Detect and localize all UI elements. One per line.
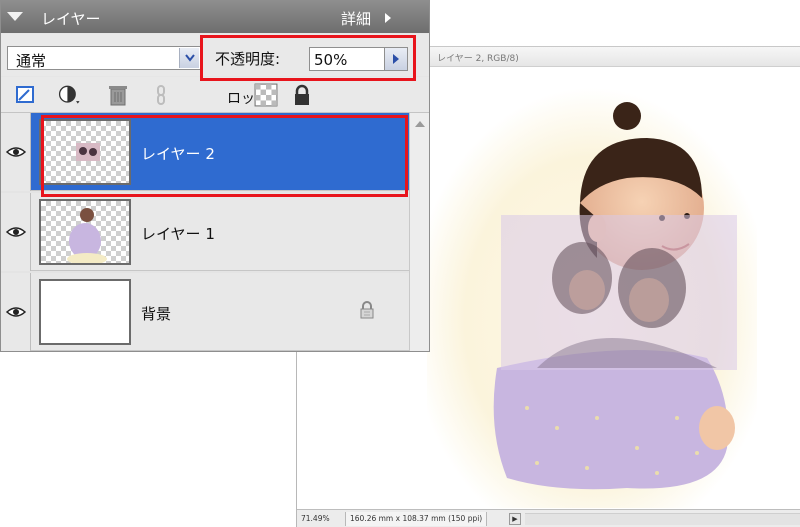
lock-all-icon[interactable] — [289, 83, 315, 107]
panel-header[interactable]: レイヤー 詳細 — [1, 1, 429, 33]
new-layer-icon[interactable] — [13, 83, 39, 107]
document-size-info: 160.26 mm x 108.37 mm (150 ppi) — [345, 512, 488, 526]
visibility-toggle[interactable] — [1, 273, 31, 351]
scroll-up-icon[interactable] — [415, 121, 425, 127]
layer-thumbnail — [39, 279, 131, 345]
blend-mode-value: 通常 — [16, 52, 47, 70]
lock-icon — [360, 301, 374, 319]
blend-dropdown-button[interactable] — [179, 48, 199, 68]
lock-transparency-icon[interactable] — [253, 83, 279, 107]
link-icon[interactable] — [149, 83, 175, 107]
layer-thumbnail — [39, 199, 131, 265]
thumbnail-child — [67, 208, 107, 263]
visibility-toggle[interactable] — [1, 113, 31, 191]
chevron-down-icon — [185, 54, 195, 62]
layer-row-background[interactable]: 背景 — [1, 273, 409, 351]
eye-icon[interactable] — [6, 226, 26, 238]
opacity-highlight-box — [200, 35, 416, 81]
zoom-readout[interactable]: 71.49% — [301, 514, 330, 523]
horizontal-scrollbar[interactable] — [525, 513, 800, 525]
layer-name: 背景 — [141, 305, 172, 323]
collapse-triangle-icon[interactable] — [7, 12, 23, 21]
status-menu-button[interactable]: ▶ — [509, 513, 521, 525]
eye-icon[interactable] — [6, 306, 26, 318]
layer2-highlight-box — [41, 115, 408, 197]
visibility-toggle[interactable] — [1, 193, 31, 271]
panel-title: レイヤー — [41, 10, 101, 28]
trash-icon[interactable] — [105, 83, 131, 107]
layer-name: レイヤー 1 — [141, 225, 215, 243]
eye-icon[interactable] — [6, 146, 26, 158]
layer-row-layer1[interactable]: レイヤー 1 — [1, 193, 409, 271]
layers-scrollbar[interactable] — [409, 113, 429, 351]
layers-panel: レイヤー 詳細 通常 不透明度: 50% ロック: レイヤー 2 レイヤー 1 … — [0, 0, 430, 352]
document-title: レイヤー 2, RGB/8) — [437, 54, 519, 64]
layer-tools-row: ロック: — [1, 77, 429, 113]
more-arrow-icon[interactable] — [385, 13, 391, 23]
blend-mode-select[interactable]: 通常 — [7, 46, 201, 70]
more-options-button[interactable]: 詳細 — [341, 8, 371, 29]
adjustment-layer-icon[interactable] — [57, 83, 83, 107]
document-statusbar: 71.49% 160.26 mm x 108.37 mm (150 ppi) ▶ — [297, 509, 800, 527]
